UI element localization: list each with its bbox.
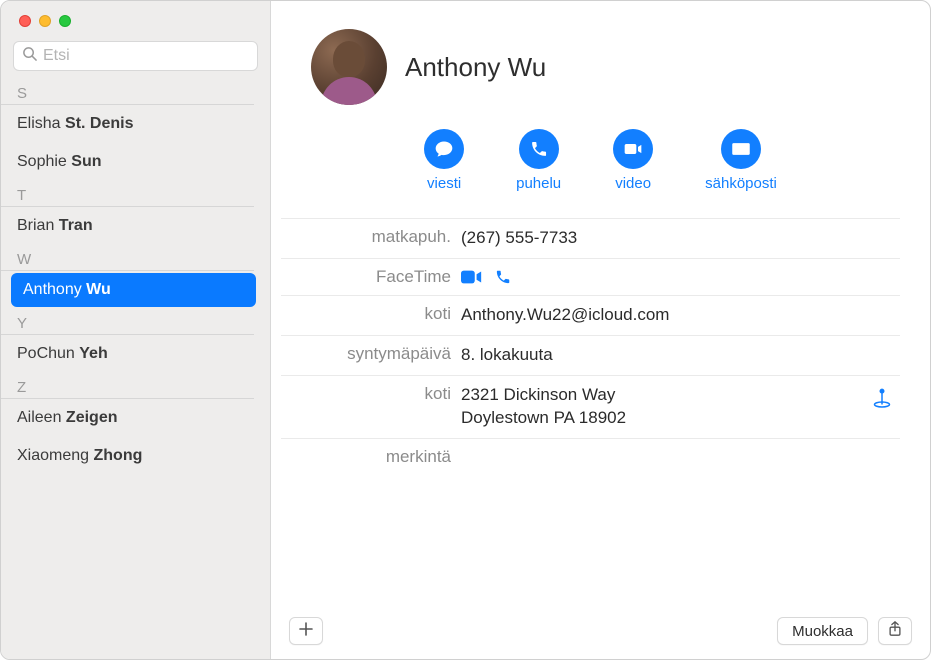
contact-first-name: Aileen	[17, 409, 66, 426]
video-icon	[613, 129, 653, 169]
add-button[interactable]	[289, 617, 323, 645]
list-item[interactable]: Anthony Wu	[11, 273, 256, 307]
contacts-window: SElisha St. DenisSophie SunTBrian TranWA…	[0, 0, 931, 660]
field-facetime[interactable]: FaceTime	[281, 258, 900, 295]
share-icon	[888, 621, 902, 641]
home-address-label: koti	[281, 384, 461, 404]
list-item[interactable]: PoChun Yeh	[1, 335, 266, 373]
contact-last-name: Wu	[86, 281, 111, 298]
phone-icon	[519, 129, 559, 169]
fields: matkapuh. (267) 555-7733 FaceTime koti A…	[271, 212, 930, 475]
search-input[interactable]	[43, 47, 249, 65]
call-button[interactable]: puhelu	[516, 129, 561, 192]
section-letter: Y	[1, 309, 254, 335]
list-item[interactable]: Brian Tran	[1, 207, 266, 245]
list-item[interactable]: Elisha St. Denis	[1, 105, 266, 143]
edit-button[interactable]: Muokkaa	[777, 617, 868, 645]
facetime-label: FaceTime	[281, 267, 461, 287]
birthday-label: syntymäpäivä	[281, 344, 461, 364]
contact-last-name: Zeigen	[66, 409, 118, 426]
home-email-label: koti	[281, 304, 461, 324]
section-letter: Z	[1, 373, 254, 399]
close-button[interactable]	[19, 15, 31, 27]
map-pin-icon[interactable]	[872, 386, 892, 413]
mail-button[interactable]: sähköposti	[705, 129, 777, 192]
search-icon	[22, 46, 37, 66]
section-letter: T	[1, 181, 254, 207]
window-controls	[1, 1, 270, 37]
contact-first-name: Xiaomeng	[17, 447, 94, 464]
contact-last-name: Sun	[71, 153, 101, 170]
message-button[interactable]: viesti	[424, 129, 464, 192]
contact-name: Anthony Wu	[405, 52, 546, 83]
contact-first-name: Anthony	[23, 281, 86, 298]
search-field[interactable]	[13, 41, 258, 71]
bottom-bar: Muokkaa	[271, 607, 930, 659]
section-letter: S	[1, 79, 254, 105]
address-line-2: Doylestown PA 18902	[461, 407, 626, 430]
search-wrap	[1, 37, 270, 79]
bottom-right: Muokkaa	[777, 617, 912, 645]
action-row: viesti puhelu video sähköposti	[271, 115, 930, 212]
video-label: video	[615, 175, 651, 192]
contact-first-name: Elisha	[17, 115, 65, 132]
share-button[interactable]	[878, 617, 912, 645]
contact-detail: Anthony Wu viesti puhelu video	[271, 1, 930, 659]
field-home-address[interactable]: koti 2321 Dickinson Way Doylestown PA 18…	[281, 375, 900, 438]
contact-first-name: PoChun	[17, 345, 79, 362]
avatar[interactable]	[311, 29, 387, 105]
contact-last-name: Tran	[59, 217, 93, 234]
mobile-label: matkapuh.	[281, 227, 461, 247]
facetime-video-icon[interactable]	[461, 269, 483, 285]
message-icon	[424, 129, 464, 169]
contact-last-name: Zhong	[94, 447, 143, 464]
list-item[interactable]: Sophie Sun	[1, 143, 266, 181]
edit-label: Muokkaa	[792, 623, 853, 640]
home-email-value: Anthony.Wu22@icloud.com	[461, 304, 669, 327]
list-item[interactable]: Xiaomeng Zhong	[1, 437, 266, 475]
field-home-email[interactable]: koti Anthony.Wu22@icloud.com	[281, 295, 900, 335]
birthday-value: 8. lokakuuta	[461, 344, 553, 367]
detail-header: Anthony Wu	[271, 1, 930, 115]
field-mobile[interactable]: matkapuh. (267) 555-7733	[281, 218, 900, 258]
maximize-button[interactable]	[59, 15, 71, 27]
facetime-audio-icon[interactable]	[495, 269, 511, 285]
minimize-button[interactable]	[39, 15, 51, 27]
mobile-value: (267) 555-7733	[461, 227, 577, 250]
list-item[interactable]: Aileen Zeigen	[1, 399, 266, 437]
mail-icon	[721, 129, 761, 169]
note-label: merkintä	[281, 447, 461, 467]
contact-last-name: Yeh	[79, 345, 107, 362]
video-button[interactable]: video	[613, 129, 653, 192]
facetime-icons	[461, 267, 511, 285]
mail-label: sähköposti	[705, 175, 777, 192]
message-label: viesti	[427, 175, 461, 192]
field-birthday[interactable]: syntymäpäivä 8. lokakuuta	[281, 335, 900, 375]
sidebar: SElisha St. DenisSophie SunTBrian TranWA…	[1, 1, 271, 659]
contact-first-name: Sophie	[17, 153, 71, 170]
call-label: puhelu	[516, 175, 561, 192]
contact-list[interactable]: SElisha St. DenisSophie SunTBrian TranWA…	[1, 79, 270, 659]
plus-icon	[299, 622, 313, 640]
home-address-value: 2321 Dickinson Way Doylestown PA 18902	[461, 384, 626, 430]
section-letter: W	[1, 245, 254, 271]
contact-last-name: St. Denis	[65, 115, 133, 132]
address-line-1: 2321 Dickinson Way	[461, 384, 626, 407]
contact-first-name: Brian	[17, 217, 59, 234]
field-note[interactable]: merkintä	[281, 438, 900, 475]
